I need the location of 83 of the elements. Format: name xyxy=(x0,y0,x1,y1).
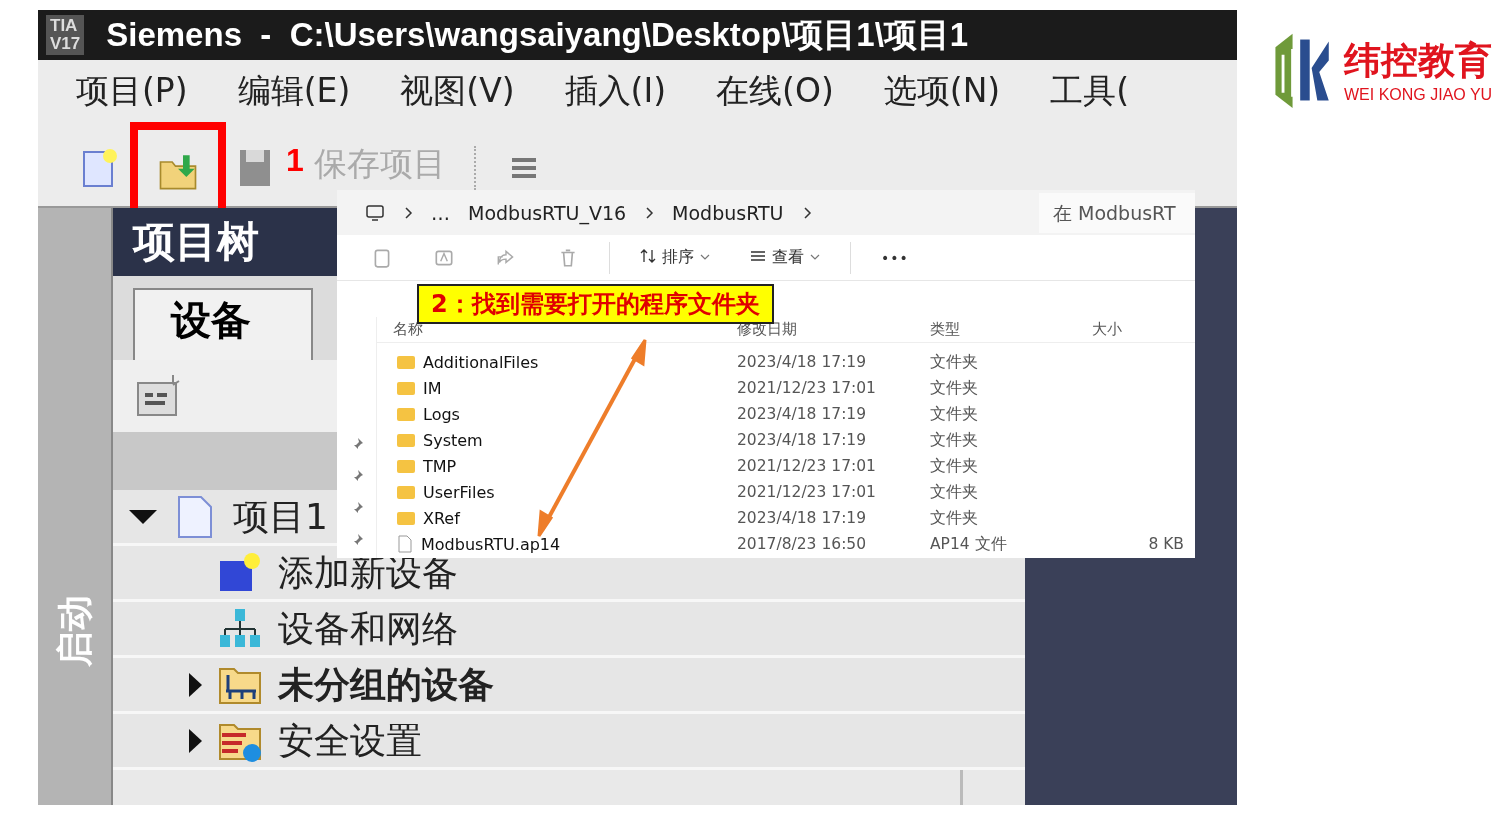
breadcrumb-overflow[interactable]: … xyxy=(431,201,450,224)
logo-name: 纬控教育 xyxy=(1344,38,1492,84)
menu-item[interactable]: 插入(I) xyxy=(564,68,667,114)
badge-text: TIA xyxy=(50,17,79,35)
tree-item-label: 未分组的设备 xyxy=(278,662,494,707)
window-title: Siemens - C:\Users\wangsaiyang\Desktop\项目1\项目1 xyxy=(106,14,969,55)
file-row[interactable]: TMP 2021/12/23 17:01 文件夹 xyxy=(377,453,1195,479)
panel-title: 项目树 xyxy=(133,216,259,268)
modified-date: 2021/12/23 17:01 xyxy=(736,457,877,475)
side-tab-label: 启动 xyxy=(52,594,95,667)
menu-item[interactable]: 视图(V) xyxy=(400,68,515,114)
menu-item[interactable]: 选项(N) xyxy=(883,68,1001,114)
breadcrumb-item[interactable]: ModbusRTU xyxy=(672,201,784,224)
file-type: 文件夹 xyxy=(929,377,979,399)
folder-icon xyxy=(397,485,415,499)
file-name: UserFiles xyxy=(423,482,495,502)
file-type: 文件夹 xyxy=(929,507,979,529)
tree-item[interactable]: 设备和网络 xyxy=(113,602,1025,658)
callout-label: 2：找到需要打开的程序文件夹 xyxy=(417,284,774,324)
file-size: 8 KB xyxy=(1147,535,1184,553)
file-row[interactable]: System 2023/4/18 17:19 文件夹 xyxy=(377,427,1195,453)
file-type: 文件夹 xyxy=(929,455,979,477)
expand-arrow-icon[interactable] xyxy=(129,509,157,524)
tree-item-label: 项目1 xyxy=(233,494,328,539)
logo-subtitle: WEI KONG JIAO YU xyxy=(1344,86,1492,104)
folder-icon xyxy=(397,511,415,525)
sort-icon xyxy=(640,248,656,264)
file-row[interactable]: UserFiles 2021/12/23 17:01 文件夹 xyxy=(377,479,1195,505)
file-name: TMP xyxy=(423,456,457,476)
file-row[interactable]: XRef 2023/4/18 17:19 文件夹 xyxy=(377,505,1195,531)
column-header[interactable]: 大小 xyxy=(1084,320,1184,339)
menu-item[interactable]: 项目(P) xyxy=(76,68,188,114)
file-name: System xyxy=(423,430,483,450)
address-bar[interactable]: … ModbusRTU_V16 ModbusRTU xyxy=(349,192,1029,233)
modified-date: 2023/4/18 17:19 xyxy=(736,431,868,449)
file-type: 文件夹 xyxy=(929,351,979,373)
folder-icon xyxy=(397,355,415,369)
menu-item[interactable]: 工具( xyxy=(1050,68,1130,114)
expand-arrow-icon[interactable] xyxy=(189,672,202,697)
folder-icon xyxy=(397,459,415,473)
tree-item-label: 设备和网络 xyxy=(278,606,458,651)
tree-item[interactable]: 未分组的设备 xyxy=(113,658,1025,714)
lines-icon xyxy=(750,248,766,264)
menu-item[interactable]: 在线(O) xyxy=(716,68,834,114)
column-header[interactable]: 类型 xyxy=(922,320,1084,339)
file-type: 文件夹 xyxy=(929,481,979,503)
file-row[interactable]: Logs 2023/4/18 17:19 文件夹 xyxy=(377,401,1195,427)
breadcrumb-item[interactable]: ModbusRTU_V16 xyxy=(468,201,627,224)
dropdown-caret-icon xyxy=(810,254,820,260)
modified-date: 2021/12/23 17:01 xyxy=(736,483,877,501)
file-row[interactable]: AdditionalFiles 2023/4/18 17:19 文件夹 xyxy=(377,349,1195,375)
file-name: IM xyxy=(423,378,442,398)
step-number: 1 xyxy=(286,142,304,179)
file-name: Logs xyxy=(423,404,460,424)
dropdown-caret-icon xyxy=(700,254,710,260)
expand-arrow-icon[interactable] xyxy=(189,728,202,753)
computer-icon[interactable] xyxy=(365,202,385,223)
view-button[interactable]: 查看 xyxy=(750,247,820,268)
menu-item[interactable]: 编辑(E) xyxy=(237,68,351,114)
file-row[interactable]: IM 2021/12/23 17:01 文件夹 xyxy=(377,375,1195,401)
folder-icon xyxy=(397,407,415,421)
chevron-icon xyxy=(403,205,413,220)
modified-date: 2023/4/18 17:19 xyxy=(736,405,868,423)
new-project-icon[interactable] xyxy=(80,146,120,190)
modified-date: 2021/12/23 17:01 xyxy=(736,379,877,397)
more-button[interactable]: ••• xyxy=(881,249,909,266)
chevron-icon xyxy=(644,205,655,220)
search-field[interactable]: 在 ModbusRT xyxy=(1039,192,1195,233)
badge-version: V17 xyxy=(50,35,81,53)
tree-item-label: 安全设置 xyxy=(278,718,422,763)
devices-tab[interactable]: 设备 xyxy=(133,288,313,360)
folder-icon xyxy=(397,381,415,395)
file-icon xyxy=(397,535,413,553)
modified-date: 2023/4/18 17:19 xyxy=(736,353,868,371)
file-name: XRef xyxy=(423,508,460,528)
file-type: 文件夹 xyxy=(929,403,979,425)
file-name: AdditionalFiles xyxy=(423,352,539,372)
chevron-icon xyxy=(801,205,812,220)
folder-icon xyxy=(397,433,415,447)
modified-date: 2023/4/18 17:19 xyxy=(736,509,868,527)
tree-item[interactable]: 安全设置 xyxy=(113,714,1025,770)
sort-button[interactable]: 排序 xyxy=(640,247,710,268)
file-type: 文件夹 xyxy=(929,429,979,451)
